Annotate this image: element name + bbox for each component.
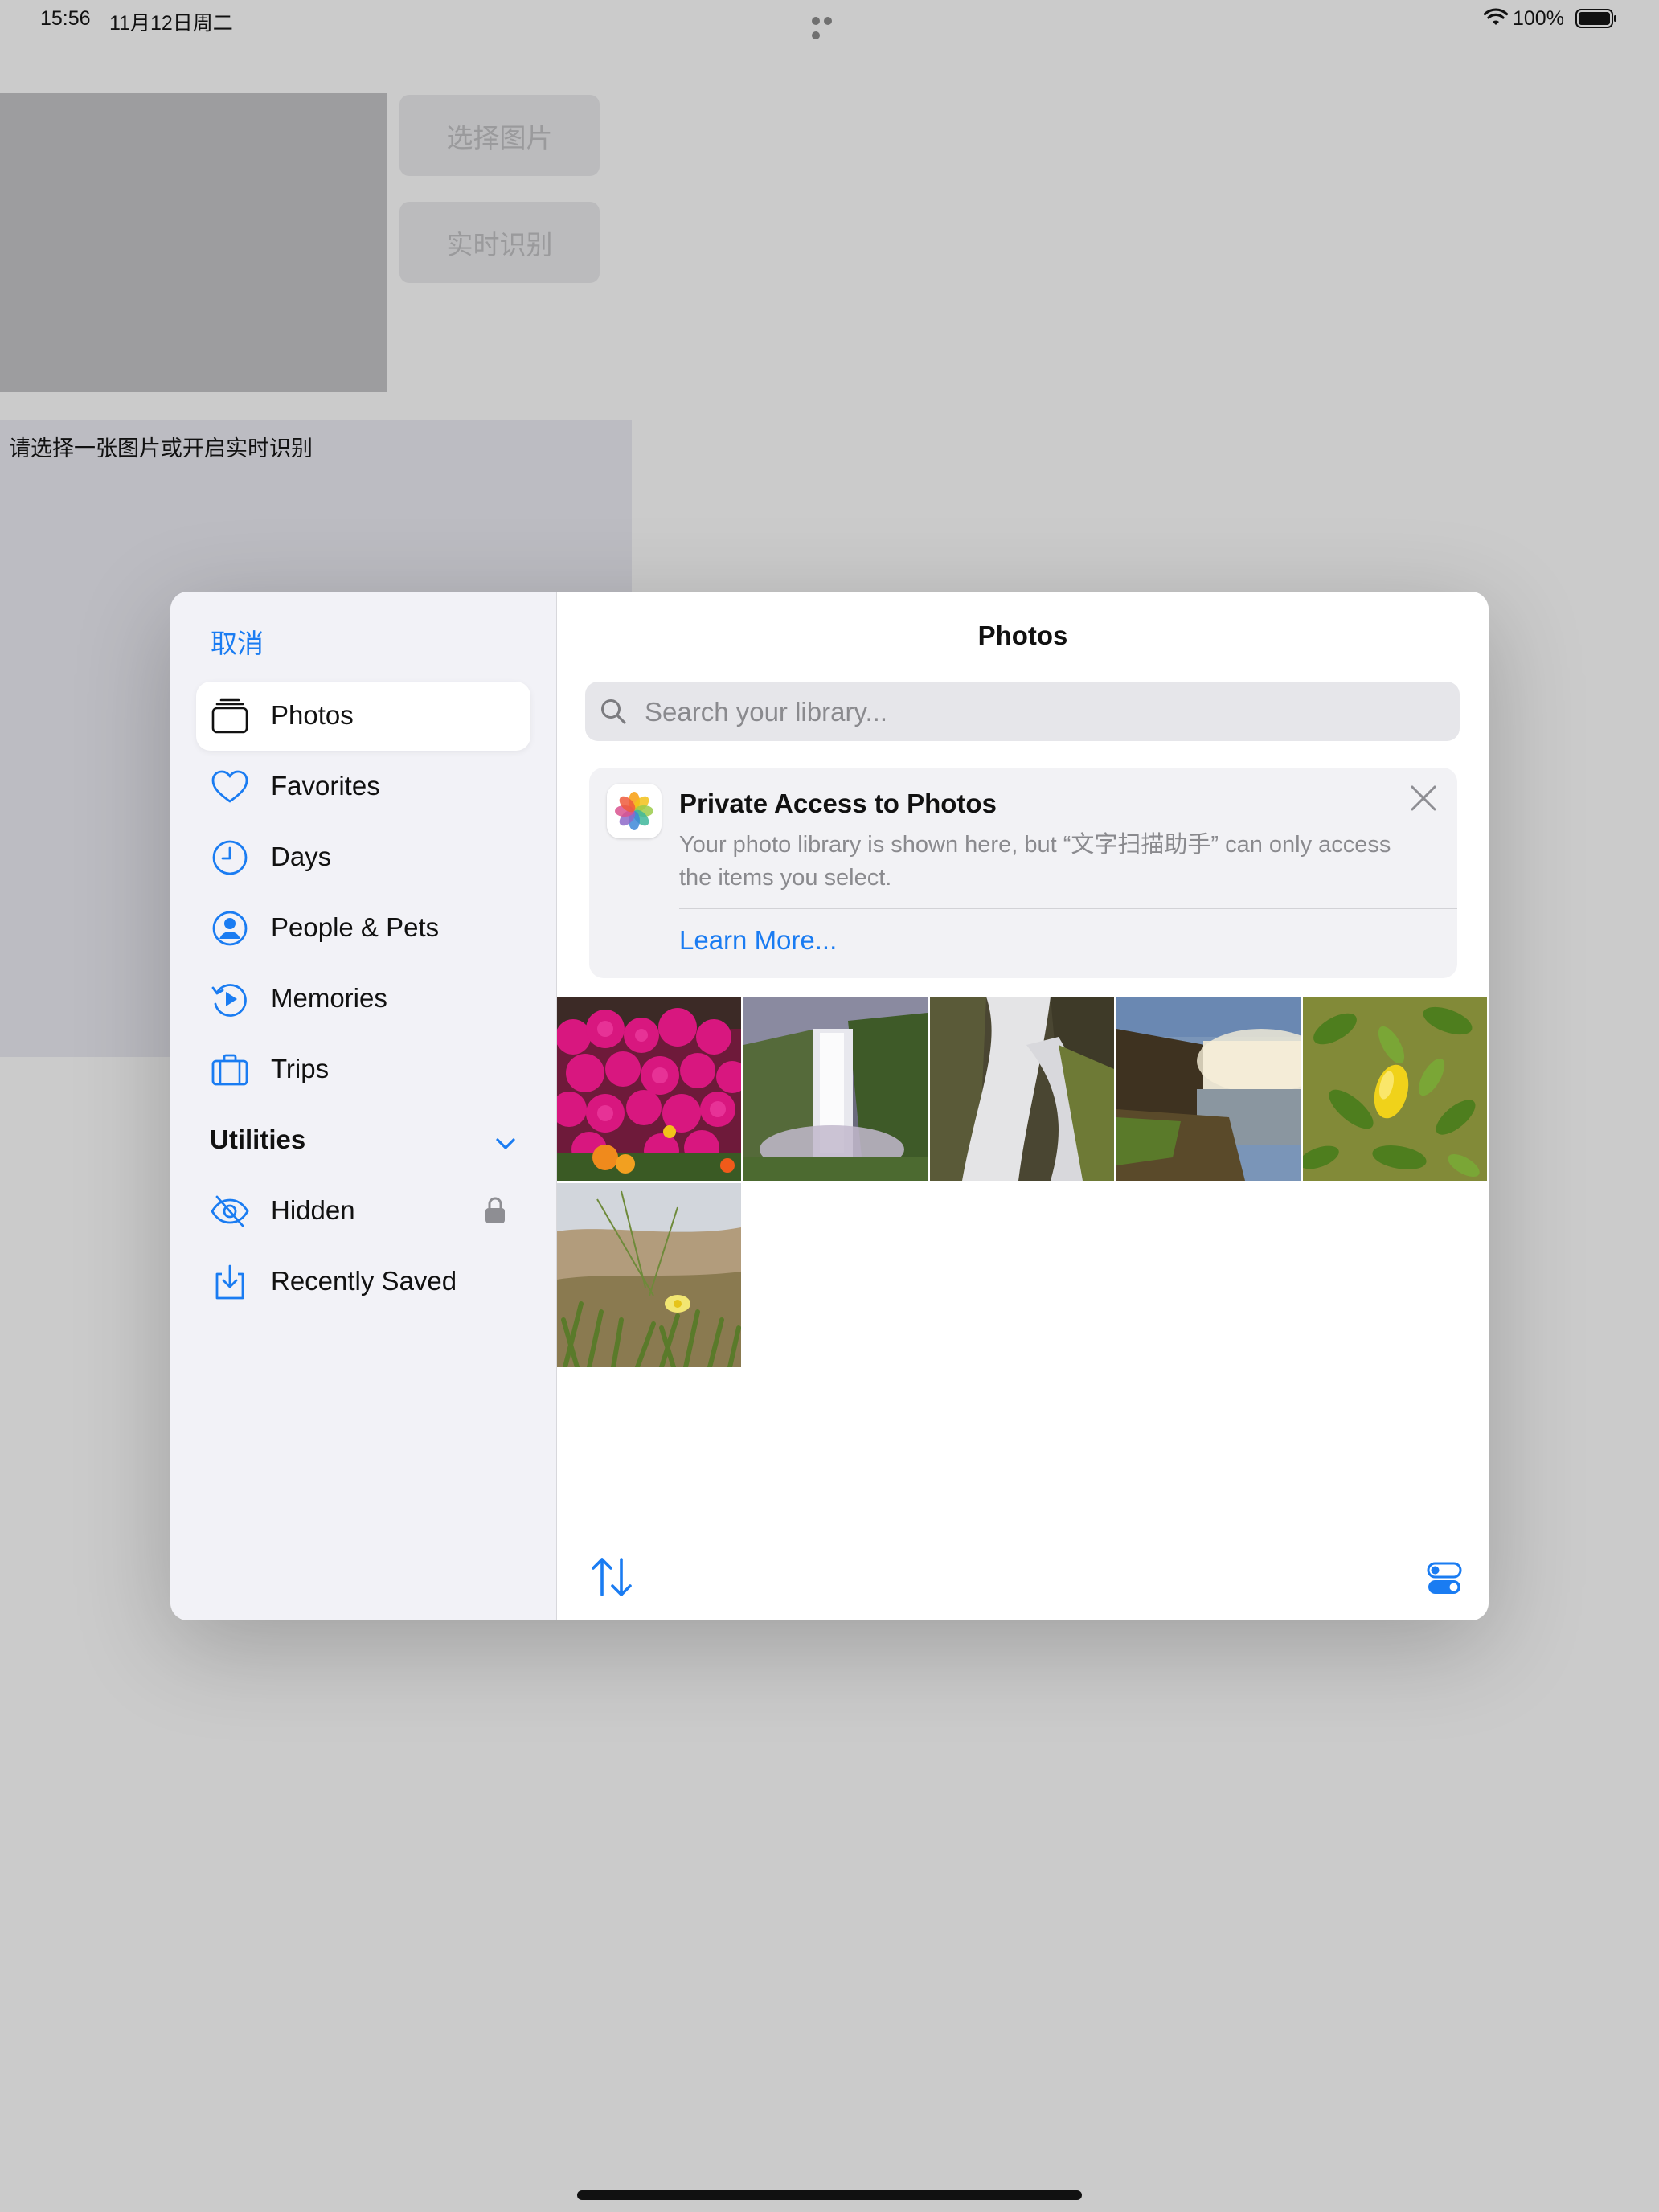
photo-thumbnail[interactable] [557, 997, 741, 1181]
screen: 15:56 11月12日周二 100% 选择图片 实时识别 请选择一张图片或开启… [0, 0, 1659, 2212]
sidebar-item-photos[interactable]: Photos [196, 682, 530, 751]
chevron-down-icon[interactable] [494, 1132, 518, 1156]
photo-thumbnail[interactable] [1116, 997, 1301, 1181]
photo-thumbnail[interactable] [743, 997, 928, 1181]
select-image-button[interactable]: 选择图片 [399, 95, 600, 176]
cancel-button[interactable]: 取消 [211, 622, 264, 661]
sidebar-item-label: Recently Saved [271, 1266, 457, 1296]
sidebar-item-label: Hidden [271, 1195, 355, 1225]
sidebar-item-hidden[interactable]: Hidden [196, 1177, 530, 1246]
learn-more-link[interactable]: Learn More... [679, 925, 837, 956]
heart-icon [211, 770, 248, 803]
banner-title: Private Access to Photos [679, 789, 997, 818]
search-icon [601, 699, 626, 724]
sidebar-item-people-pets[interactable]: People & Pets [196, 894, 530, 963]
utilities-section-title[interactable]: Utilities [210, 1124, 305, 1155]
eye-slash-icon [211, 1195, 249, 1227]
photo-thumbnail[interactable] [1303, 997, 1487, 1181]
picker-main: Photos Search your library... Private Ac… [557, 592, 1489, 1620]
page-title: Photos [977, 621, 1068, 650]
sidebar-item-label: People & Pets [271, 912, 440, 942]
photo-thumbnail[interactable] [557, 1183, 741, 1367]
tray-download-icon [215, 1264, 244, 1300]
banner-divider [679, 908, 1457, 909]
photos-stack-icon [211, 698, 248, 734]
sort-icon[interactable] [589, 1556, 634, 1598]
photo-picker-sheet: 取消 Photos Favorites Days People & Pets M… [170, 592, 1489, 1620]
home-indicator[interactable] [577, 2190, 1082, 2200]
photos-app-icon [607, 784, 662, 838]
clock-icon [212, 840, 248, 875]
person-circle-icon [212, 911, 248, 946]
photo-thumbnail[interactable] [930, 997, 1114, 1181]
suitcase-icon [211, 1054, 248, 1086]
sidebar-item-label: Memories [271, 983, 387, 1013]
sidebar-item-recently-saved[interactable]: Recently Saved [196, 1247, 530, 1317]
sidebar-item-label: Trips [271, 1054, 330, 1083]
sidebar-item-memories[interactable]: Memories [196, 965, 530, 1034]
battery-icon [1575, 9, 1616, 28]
wifi-icon [1484, 8, 1508, 25]
sidebar-item-label: Photos [271, 700, 354, 730]
status-time: 15:56 [40, 7, 91, 30]
multitasking-dots-icon[interactable] [812, 14, 847, 39]
banner-body: Your photo library is shown here, but “文… [679, 832, 1391, 891]
search-bar[interactable] [585, 682, 1460, 741]
lock-icon [485, 1197, 505, 1223]
sidebar-item-favorites[interactable]: Favorites [196, 752, 530, 821]
private-access-banner: Private Access to Photos Your photo libr… [589, 768, 1457, 978]
hint-text: 请选择一张图片或开启实时识别 [9, 436, 313, 461]
search-input[interactable] [643, 691, 1434, 733]
image-preview-area [0, 93, 387, 392]
sidebar-item-label: Favorites [271, 771, 380, 801]
status-bar: 15:56 11月12日周二 100% [0, 0, 1659, 39]
sidebar-item-label: Days [271, 842, 332, 871]
sidebar-item-trips[interactable]: Trips [196, 1035, 530, 1104]
sidebar-item-days[interactable]: Days [196, 823, 530, 892]
realtime-recognition-button[interactable]: 实时识别 [399, 202, 600, 283]
memories-play-icon [211, 984, 247, 1017]
close-icon[interactable] [1409, 784, 1438, 813]
options-toggle-icon[interactable] [1427, 1561, 1462, 1596]
battery-percent: 100% [1513, 7, 1564, 30]
picker-sidebar: 取消 Photos Favorites Days People & Pets M… [170, 592, 557, 1620]
status-date: 11月12日周二 [109, 12, 233, 35]
